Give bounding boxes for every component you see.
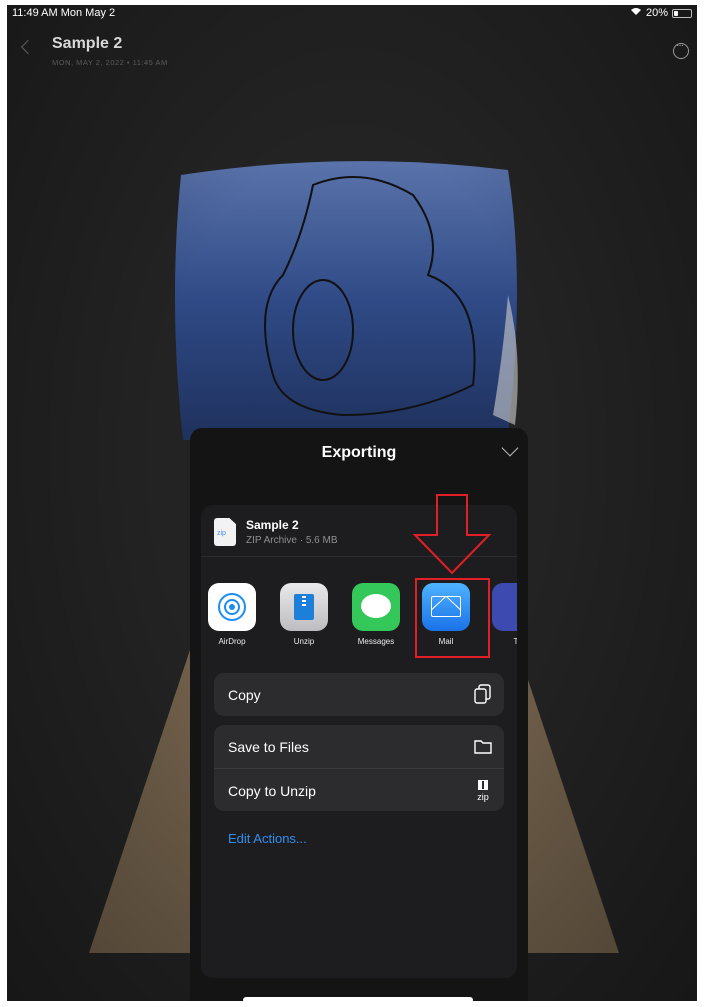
share-app-label: AirDrop: [218, 637, 246, 646]
share-app-label: Unzip: [293, 637, 315, 646]
app-screen: 11:49 AM Mon May 2 20% Sample 2 MON, MAY…: [7, 5, 697, 1001]
battery-icon: [672, 8, 692, 18]
svg-text:zip: zip: [477, 792, 489, 802]
folder-icon: [474, 736, 492, 756]
home-indicator[interactable]: [243, 997, 473, 1003]
action-save-to-files[interactable]: Save to Files: [214, 725, 504, 768]
status-time: 11:49 AM Mon May 2: [12, 7, 116, 19]
status-bar: 11:49 AM Mon May 2 20%: [7, 5, 697, 21]
sheet-title: Exporting: [321, 444, 397, 461]
page-title: Sample 2: [52, 35, 123, 52]
edit-actions-link[interactable]: Edit Actions...: [228, 831, 307, 846]
mail-highlight-box: [415, 578, 490, 658]
action-label: Copy: [228, 687, 261, 703]
action-label: Save to Files: [228, 739, 309, 755]
copy-icon: [474, 684, 492, 704]
share-app-airdrop[interactable]: AirDrop: [201, 583, 263, 646]
down-arrow-annotation: [412, 493, 492, 575]
zip-file-icon: zip: [214, 518, 236, 546]
action-copy-to-unzip[interactable]: Copy to Unzip zip: [214, 768, 504, 811]
file-name: Sample 2: [246, 518, 299, 532]
action-group-files: Save to Files Copy to Unzip zip: [214, 725, 504, 811]
action-copy[interactable]: Copy: [214, 673, 504, 716]
share-app-unzip[interactable]: Unzip: [273, 583, 335, 646]
airdrop-icon: [208, 583, 256, 631]
partial-app-icon: [492, 583, 517, 631]
page-subtitle: MON, MAY 2, 2022 • 11:45 AM: [52, 58, 168, 67]
messages-icon: [352, 583, 400, 631]
wifi-icon: [630, 7, 642, 19]
share-sheet: zip Sample 2 ZIP Archive · 5.6 MB AirDro…: [201, 505, 517, 978]
battery-fill: [674, 10, 678, 16]
action-label: Copy to Unzip: [228, 783, 316, 799]
share-app-messages[interactable]: Messages: [345, 583, 407, 646]
action-group-copy: Copy: [214, 673, 504, 716]
battery-percent: 20%: [645, 7, 668, 19]
more-options-icon[interactable]: [673, 40, 689, 59]
file-meta: ZIP Archive · 5.6 MB: [246, 535, 338, 546]
unzip-icon: [280, 583, 328, 631]
unzip-zip-icon: zip: [474, 780, 492, 802]
share-app-label: Messages: [357, 637, 395, 646]
